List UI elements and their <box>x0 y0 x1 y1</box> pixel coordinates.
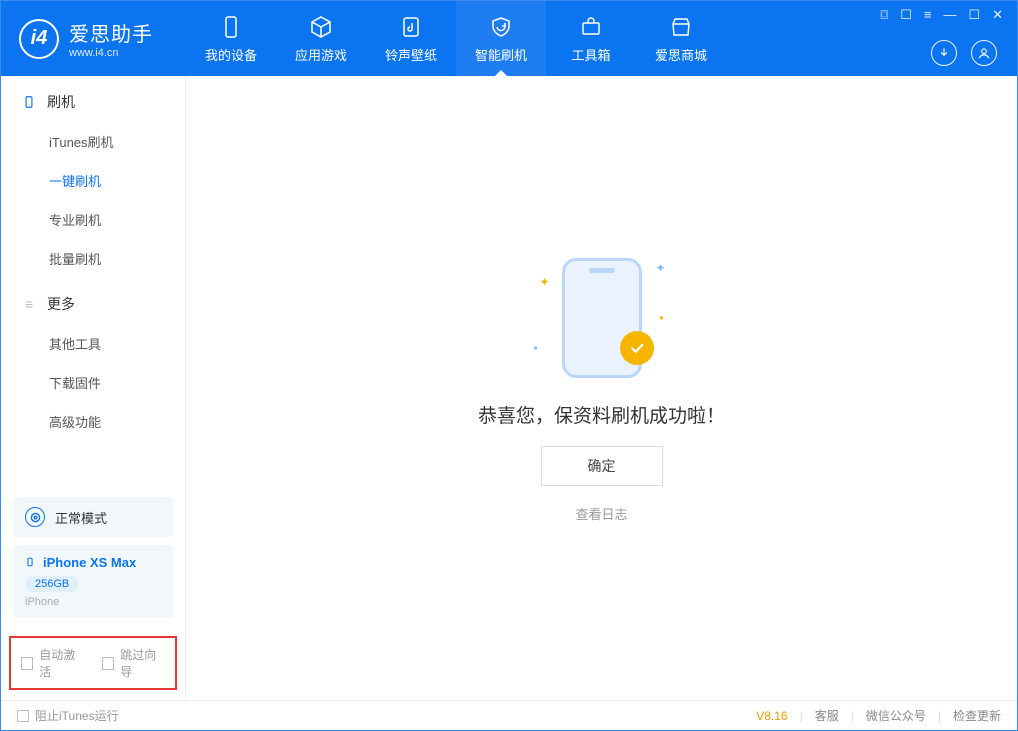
cube-icon <box>308 14 334 40</box>
top-nav: 我的设备 应用游戏 铃声壁纸 智能刷机 工具箱 爱思商城 <box>186 1 726 76</box>
download-icon[interactable] <box>931 40 957 66</box>
device-name-row: iPhone XS Max <box>25 555 161 570</box>
app-header: i4 爱思助手 www.i4.cn 我的设备 应用游戏 铃声壁纸 智能刷机 工具… <box>1 1 1017 76</box>
separator: | <box>938 709 941 723</box>
checkbox-label: 自动激活 <box>39 646 84 680</box>
separator: | <box>851 709 854 723</box>
refresh-shield-icon <box>488 14 514 40</box>
nav-ringtone[interactable]: 铃声壁纸 <box>366 1 456 76</box>
sidebar-group-title: 刷机 <box>47 92 75 112</box>
logo-area: i4 爱思助手 www.i4.cn <box>1 1 186 76</box>
nav-apps[interactable]: 应用游戏 <box>276 1 366 76</box>
nav-label: 工具箱 <box>571 45 610 64</box>
mode-label: 正常模式 <box>55 508 107 527</box>
skip-guide-checkbox[interactable]: 跳过向导 <box>102 646 165 680</box>
checkbox-icon <box>102 657 114 670</box>
nav-label: 应用游戏 <box>295 45 347 64</box>
version-label: V8.16 <box>756 709 787 723</box>
separator: | <box>800 709 803 723</box>
lock-icon[interactable]: ☐ <box>900 7 912 23</box>
minimize-button[interactable]: — <box>943 7 956 23</box>
device-type: iPhone <box>25 596 161 608</box>
device-card[interactable]: iPhone XS Max 256GB iPhone <box>13 545 173 618</box>
sparkle-icon: • <box>659 311 663 325</box>
logo-icon: i4 <box>19 19 59 59</box>
footer-link-wechat[interactable]: 微信公众号 <box>866 707 926 724</box>
phone-icon <box>218 14 244 40</box>
nav-store[interactable]: 爱思商城 <box>636 1 726 76</box>
sparkle-icon: • <box>534 341 538 355</box>
nav-label: 我的设备 <box>205 45 257 64</box>
maximize-button[interactable]: ☐ <box>968 7 980 23</box>
sidebar-group-more: ≡ 更多 <box>1 278 185 324</box>
checkbox-label: 阻止iTunes运行 <box>35 707 119 724</box>
sidebar-item-itunes-flash[interactable]: iTunes刷机 <box>1 122 185 161</box>
sidebar-item-advanced[interactable]: 高级功能 <box>1 402 185 441</box>
auto-activate-checkbox[interactable]: 自动激活 <box>21 646 84 680</box>
list-icon: ≡ <box>21 296 37 312</box>
mode-icon <box>25 507 45 527</box>
nav-label: 爱思商城 <box>655 45 707 64</box>
store-icon <box>668 14 694 40</box>
footer-link-update[interactable]: 检查更新 <box>953 707 1001 724</box>
sparkle-icon: ✦ <box>540 275 550 289</box>
nav-label: 智能刷机 <box>475 45 527 64</box>
sidebar-item-pro-flash[interactable]: 专业刷机 <box>1 200 185 239</box>
highlighted-checkbox-row: 自动激活 跳过向导 <box>9 636 177 690</box>
main-content: ✦ ✦ • • 恭喜您，保资料刷机成功啦！ 确定 查看日志 <box>186 76 1017 700</box>
device-phone-icon <box>25 555 35 570</box>
body: 刷机 iTunes刷机 一键刷机 专业刷机 批量刷机 ≡ 更多 其他工具 下载固… <box>1 76 1017 700</box>
block-itunes-checkbox[interactable]: 阻止iTunes运行 <box>17 707 119 724</box>
footer-link-support[interactable]: 客服 <box>815 707 839 724</box>
toolbox-icon <box>578 14 604 40</box>
nav-my-device[interactable]: 我的设备 <box>186 1 276 76</box>
device-storage: 256GB <box>25 576 79 592</box>
menu-icon[interactable]: ≡ <box>924 7 932 23</box>
app-name-en: www.i4.cn <box>69 47 153 59</box>
checkbox-icon <box>21 657 33 670</box>
status-bar: 阻止iTunes运行 V8.16 | 客服 | 微信公众号 | 检查更新 <box>1 700 1017 730</box>
success-message: 恭喜您，保资料刷机成功啦！ <box>478 401 725 428</box>
sidebar: 刷机 iTunes刷机 一键刷机 专业刷机 批量刷机 ≡ 更多 其他工具 下载固… <box>1 76 186 700</box>
sidebar-group-title: 更多 <box>47 294 75 314</box>
shirt-icon[interactable]: ⌼ <box>880 7 888 23</box>
checkbox-icon <box>17 710 29 722</box>
sidebar-item-other-tools[interactable]: 其他工具 <box>1 324 185 363</box>
check-badge-icon <box>620 331 654 365</box>
device-icon <box>21 94 37 110</box>
nav-flash[interactable]: 智能刷机 <box>456 1 546 76</box>
sparkle-icon: ✦ <box>655 261 665 275</box>
device-cards: 正常模式 iPhone XS Max 256GB iPhone <box>1 497 185 618</box>
device-name: iPhone XS Max <box>43 555 136 570</box>
success-illustration: ✦ ✦ • • <box>532 253 672 383</box>
header-right: ⌼ ☐ ≡ — ☐ ✕ <box>876 1 1007 76</box>
view-log-link[interactable]: 查看日志 <box>575 504 627 523</box>
user-icon[interactable] <box>971 40 997 66</box>
sidebar-item-download-firmware[interactable]: 下载固件 <box>1 363 185 402</box>
nav-label: 铃声壁纸 <box>385 45 437 64</box>
nav-toolbox[interactable]: 工具箱 <box>546 1 636 76</box>
sidebar-item-onekey-flash[interactable]: 一键刷机 <box>1 161 185 200</box>
window-controls: ⌼ ☐ ≡ — ☐ ✕ <box>880 7 1003 23</box>
checkbox-label: 跳过向导 <box>120 646 165 680</box>
logo-text: 爱思助手 www.i4.cn <box>69 18 153 59</box>
sidebar-group-flash: 刷机 <box>1 76 185 122</box>
music-file-icon <box>398 14 424 40</box>
mode-card[interactable]: 正常模式 <box>13 497 173 537</box>
sidebar-item-batch-flash[interactable]: 批量刷机 <box>1 239 185 278</box>
ok-button[interactable]: 确定 <box>541 446 663 486</box>
close-button[interactable]: ✕ <box>992 7 1003 23</box>
app-name-cn: 爱思助手 <box>69 18 153 47</box>
account-icons <box>931 40 1003 66</box>
